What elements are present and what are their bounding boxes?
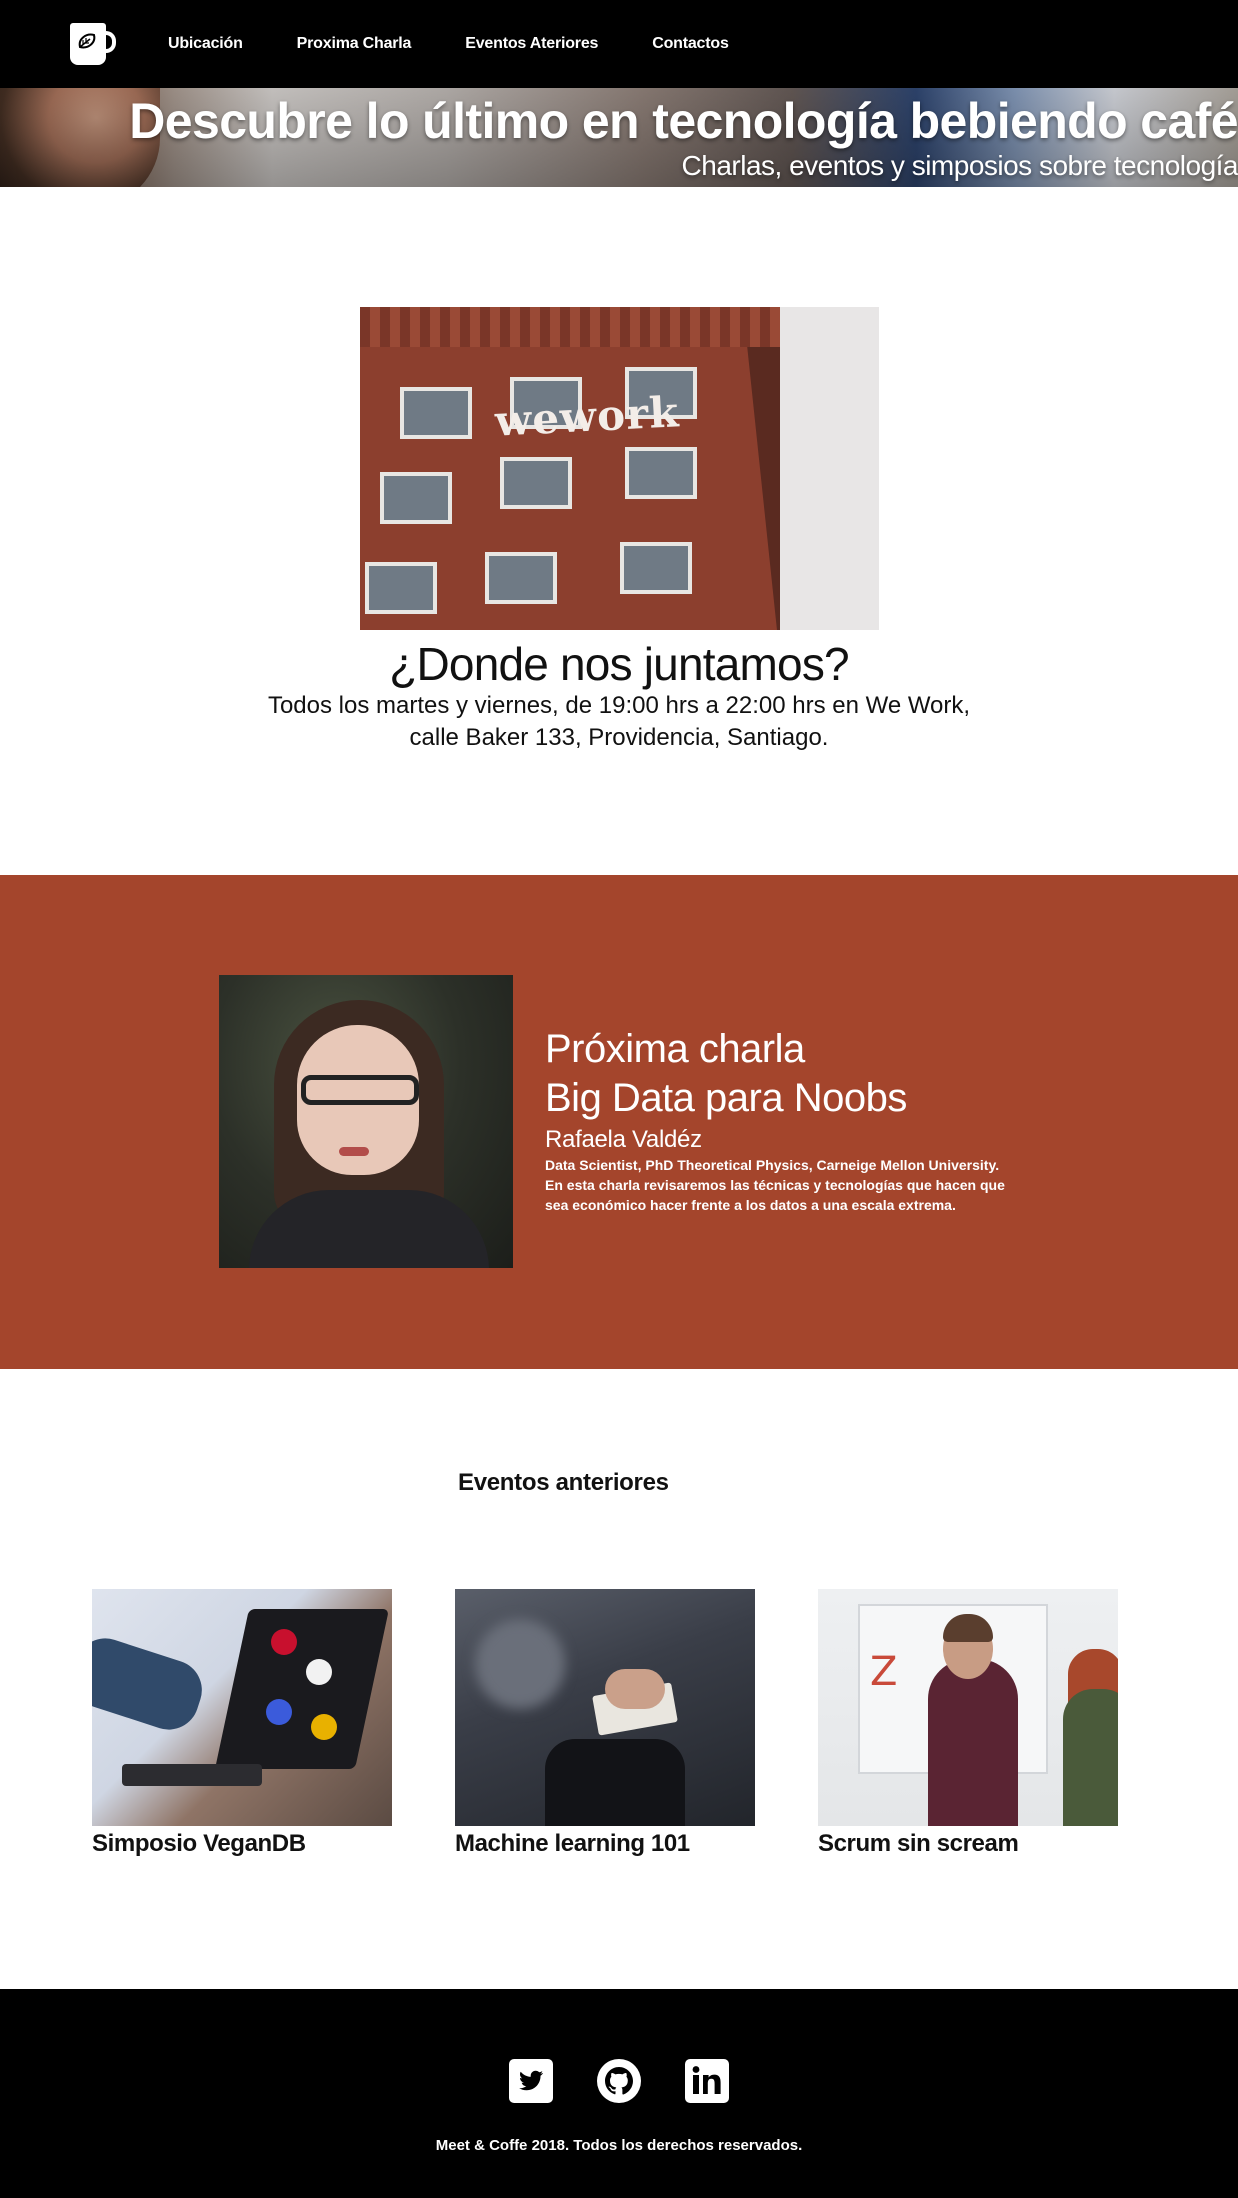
copyright-text: Meet & Coffe 2018. Todos los derechos re… [435, 2137, 803, 2154]
event-image [92, 1589, 392, 1826]
hero-banner: Descubre lo último en tecnología bebiend… [0, 88, 1238, 187]
location-section: wework ¿Donde nos juntamos? Todos los ma… [0, 187, 1238, 875]
github-icon[interactable] [597, 2059, 641, 2103]
nav-link-proxima-charla[interactable]: Proxima Charla [297, 35, 412, 53]
nav-link-contactos[interactable]: Contactos [652, 35, 729, 53]
next-talk-title: Big Data para Noobs [545, 1076, 907, 1120]
past-events-section: Eventos anteriores Simposio VeganDB Mach… [0, 1369, 1238, 1989]
navbar: Ubicación Proxima Charla Eventos Aterior… [0, 0, 1238, 88]
hero-title: Descubre lo último en tecnología bebiend… [129, 93, 1238, 149]
coffee-mug-logo-icon[interactable] [70, 21, 116, 67]
past-events-title: Eventos anteriores [458, 1469, 669, 1496]
nav-link-eventos-anteriores[interactable]: Eventos Ateriores [465, 35, 598, 53]
footer: Meet & Coffe 2018. Todos los derechos re… [0, 1989, 1238, 2198]
hero-subtitle: Charlas, eventos y simposios sobre tecno… [681, 150, 1238, 181]
event-image [455, 1589, 755, 1826]
event-card-machine-learning[interactable]: Machine learning 101 [455, 1589, 755, 1858]
nav-link-ubicacion[interactable]: Ubicación [168, 35, 243, 53]
twitter-icon[interactable] [509, 2059, 553, 2103]
next-talk-section: Próxima charla Big Data para Noobs Rafae… [0, 875, 1238, 1369]
speaker-portrait [219, 975, 513, 1268]
event-caption: Machine learning 101 [455, 1830, 690, 1857]
location-title: ¿Donde nos juntamos? [389, 638, 849, 690]
speaker-name: Rafaela Valdéz [545, 1126, 702, 1153]
event-image: Z [818, 1589, 1118, 1826]
event-caption: Scrum sin scream [818, 1830, 1019, 1857]
talk-description: En esta charla revisaremos las técnicas … [545, 1177, 1005, 1213]
event-caption: Simposio VeganDB [92, 1830, 306, 1857]
speaker-bio: Data Scientist, PhD Theoretical Physics,… [545, 1157, 1000, 1173]
next-talk-kicker: Próxima charla [545, 1027, 805, 1071]
linkedin-icon[interactable] [685, 2059, 729, 2103]
event-card-scrum[interactable]: Z Scrum sin scream [818, 1589, 1118, 1858]
location-text: Todos los martes y viernes, de 19:00 hrs… [267, 692, 971, 751]
wework-building-image: wework [360, 307, 879, 630]
event-card-vegandb[interactable]: Simposio VeganDB [92, 1589, 392, 1858]
building-sign: wework [493, 387, 681, 446]
